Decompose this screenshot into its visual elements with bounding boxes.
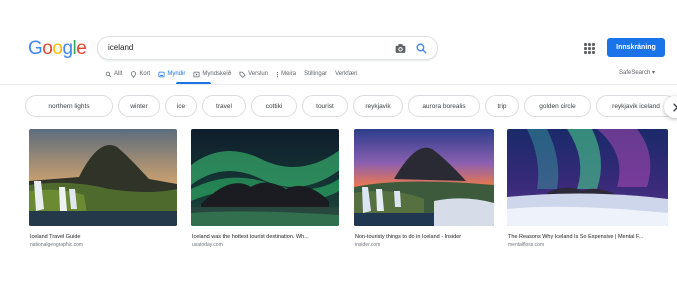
image-result[interactable]: The Reasons Why Iceland Is So Expensive … xyxy=(507,129,668,248)
logo-letter: g xyxy=(62,38,73,59)
chip[interactable]: travel xyxy=(202,95,246,117)
result-thumbnail[interactable] xyxy=(354,129,494,226)
chevron-right-icon xyxy=(672,102,677,112)
tab-settings[interactable]: Stillingar xyxy=(304,67,327,81)
tab-label: Allt xyxy=(114,71,123,77)
tab-label: Stillingar xyxy=(304,71,328,77)
camera-icon[interactable] xyxy=(394,42,407,55)
chip[interactable]: reykjavik xyxy=(353,95,403,117)
safesearch-dropdown[interactable]: SafeSearch ▾ xyxy=(619,69,655,76)
tab-videos[interactable]: Myndskeið xyxy=(193,67,231,81)
logo-letter: o xyxy=(52,38,63,59)
more-icon xyxy=(276,71,279,77)
result-title[interactable]: Iceland Travel Guide xyxy=(30,234,80,240)
video-icon xyxy=(193,71,200,77)
chip[interactable]: golden circle xyxy=(524,95,591,117)
tab-label: Myndir xyxy=(167,71,186,77)
tab-tools[interactable]: Verkfæri xyxy=(335,67,357,81)
result-title[interactable]: The Reasons Why Iceland Is So Expensive … xyxy=(508,234,643,240)
search-box[interactable]: iceland xyxy=(97,36,438,60)
tag-icon xyxy=(239,71,246,78)
image-result[interactable]: Iceland Travel Guide nationalgeographic.… xyxy=(29,129,177,248)
tab-label: Myndskeið xyxy=(202,71,232,77)
apps-grid-icon[interactable] xyxy=(584,43,595,54)
tab-label: Meira xyxy=(281,71,297,77)
chip[interactable]: aurora borealis xyxy=(408,95,480,117)
image-result[interactable]: Iceland was the hottest tourist destinat… xyxy=(191,129,339,248)
map-pin-icon xyxy=(131,70,137,78)
tab-label: Kort xyxy=(139,71,151,77)
image-result[interactable]: Non-touristy things to do in Iceland - I… xyxy=(354,129,494,248)
tab-more[interactable]: Meira xyxy=(276,67,296,81)
tab-shopping[interactable]: Verslun xyxy=(239,67,268,81)
tab-all[interactable]: Allt xyxy=(105,67,122,81)
logo-letter: e xyxy=(76,38,87,59)
logo-letter: G xyxy=(28,38,43,59)
related-searches-chips: northern lights winter ice travel cottik… xyxy=(25,95,677,117)
header-divider xyxy=(0,84,677,85)
search-tabs: Allt Kort Myndir Myndskeið Verslun Meira… xyxy=(105,67,365,81)
result-source[interactable]: nationalgeographic.com xyxy=(30,242,83,248)
tab-images[interactable]: Myndir xyxy=(158,67,185,81)
sign-in-button[interactable]: Innskráning xyxy=(607,38,665,57)
search-icon[interactable] xyxy=(415,42,428,55)
search-input[interactable]: iceland xyxy=(108,43,133,52)
tab-label: Verkfæri xyxy=(335,71,358,77)
chip[interactable]: ice xyxy=(165,95,197,117)
result-source[interactable]: usatoday.com xyxy=(192,242,223,248)
logo-letter: o xyxy=(42,38,53,59)
result-thumbnail[interactable] xyxy=(507,129,668,226)
result-source[interactable]: mentalfloss.com xyxy=(508,242,544,248)
tab-label: Verslun xyxy=(248,71,269,77)
result-source[interactable]: insider.com xyxy=(355,242,380,248)
chip[interactable]: cottiki xyxy=(251,95,297,117)
result-thumbnail[interactable] xyxy=(29,129,177,226)
result-title[interactable]: Non-touristy things to do in Iceland - I… xyxy=(355,234,461,240)
chip[interactable]: northern lights xyxy=(25,95,113,117)
google-logo[interactable]: Google xyxy=(28,38,87,60)
search-icon xyxy=(105,71,112,77)
chip[interactable]: tourist xyxy=(302,95,348,117)
result-thumbnail[interactable] xyxy=(191,129,339,226)
tab-maps[interactable]: Kort xyxy=(130,67,150,81)
image-icon xyxy=(158,71,165,77)
chip[interactable]: winter xyxy=(118,95,160,117)
result-title[interactable]: Iceland was the hottest tourist destinat… xyxy=(192,234,309,240)
chip[interactable]: trip xyxy=(485,95,519,117)
